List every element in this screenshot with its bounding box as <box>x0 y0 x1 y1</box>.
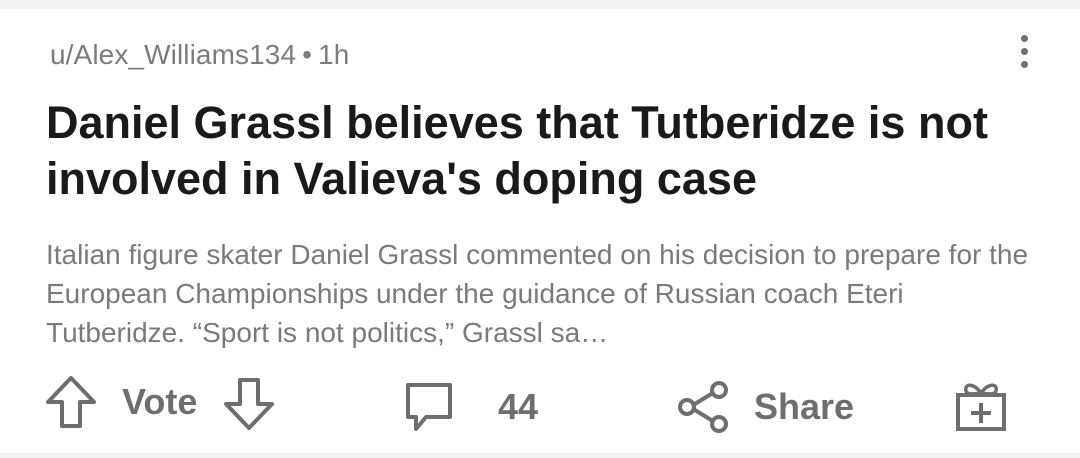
post-card[interactable]: u/Alex_Williams134 • 1h Daniel Grassl beli… <box>0 9 1080 453</box>
meta-separator: • <box>302 39 313 70</box>
more-dot <box>1020 60 1028 68</box>
post-meta: u/Alex_Williams134 • 1h <box>50 39 349 71</box>
post-age: 1h <box>318 39 350 70</box>
comment-count: 44 <box>498 386 539 427</box>
vote-label: Vote <box>122 381 197 423</box>
more-dot <box>1020 47 1028 55</box>
award-button[interactable] <box>952 379 1010 435</box>
arrow-up-icon <box>46 376 96 428</box>
downvote-button[interactable] <box>222 375 276 433</box>
post-title[interactable]: Daniel Grassl believes that Tutberidze i… <box>46 95 1046 207</box>
share-label: Share <box>754 386 855 427</box>
arrow-down-icon <box>224 378 274 430</box>
vote-label-text: Vote <box>122 381 198 422</box>
more-options-button[interactable] <box>1006 29 1042 73</box>
share-icon <box>678 381 728 433</box>
share-button[interactable]: Share <box>676 381 854 433</box>
more-vertical-icon <box>1020 34 1028 42</box>
upvote-button[interactable] <box>44 373 98 431</box>
post-body-preview[interactable]: Italian figure skater Daniel Grassl comm… <box>46 235 1036 352</box>
comments-button[interactable]: 44 <box>402 379 538 435</box>
action-bar: Vote 44 Share <box>0 369 1080 449</box>
gift-icon <box>956 383 1006 431</box>
author-link[interactable]: u/Alex_Williams134 <box>50 39 296 70</box>
speech-bubble-icon <box>406 383 452 431</box>
